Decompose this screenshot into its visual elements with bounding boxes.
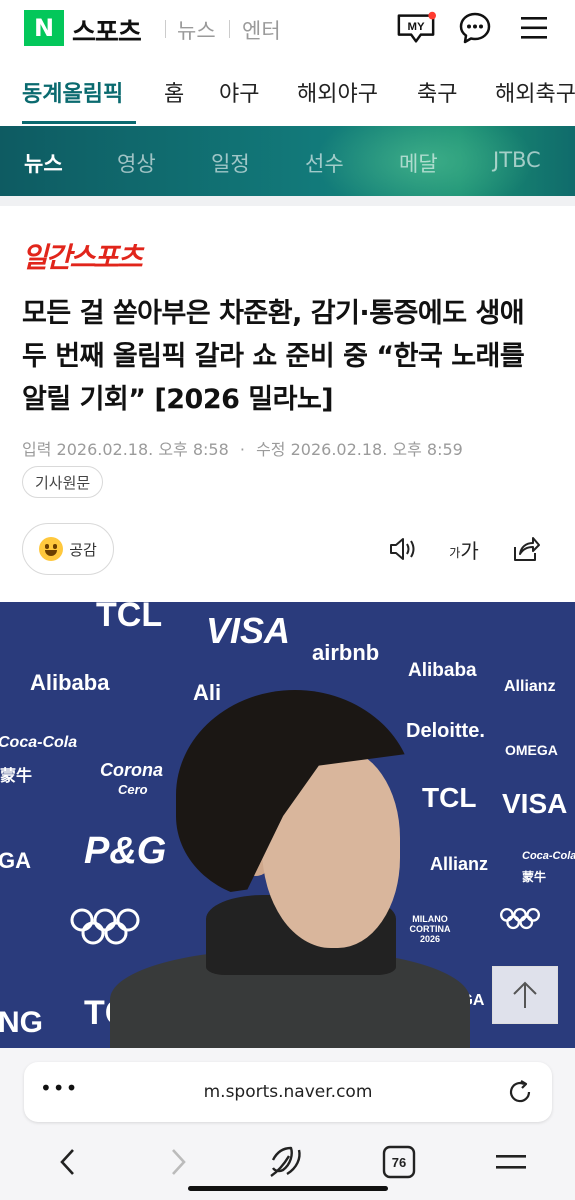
sponsor-logo: Corona <box>100 760 163 780</box>
tabs-button[interactable]: 76 <box>381 1142 417 1182</box>
my-badge-text: MY <box>407 21 425 33</box>
sponsor-logo: Cero <box>118 782 148 797</box>
press-logo[interactable]: 일간스포츠 <box>22 236 143 276</box>
olympic-sub-nav: 뉴스 영상 일정 선수 메달 JTBC <box>0 126 575 196</box>
sponsor-logo: Alibaba <box>30 670 110 695</box>
sport-tab-bar: 동계올림픽 홈 야구 해외야구 축구 해외축구 <box>0 62 575 124</box>
speaker-icon[interactable] <box>387 534 419 564</box>
font-size-small-label: 가 <box>449 545 461 560</box>
subnav-video[interactable]: 영상 <box>117 148 156 178</box>
font-size-large-label: 가 <box>460 538 479 563</box>
sports-brand-title[interactable]: 스포츠 <box>72 12 142 49</box>
olympic-rings-icon <box>500 908 540 930</box>
reload-icon[interactable] <box>506 1078 534 1110</box>
modify-label: 수정 <box>256 440 286 459</box>
olympic-rings-icon <box>70 908 140 945</box>
browser-menu-icon[interactable] <box>494 1142 528 1182</box>
article-dateline: 입력 2026.02.18. 오후 8:58 · 수정 2026.02.18. … <box>22 436 463 460</box>
tab-soccer[interactable]: 축구 <box>417 76 457 108</box>
my-icon[interactable]: MY <box>396 8 436 48</box>
smile-emoji-icon <box>39 537 64 561</box>
sponsor-logo: TCL <box>96 602 163 634</box>
sponsor-logo: GA <box>0 848 31 873</box>
sponsor-logo: VISA <box>502 788 568 819</box>
browser-home-icon[interactable] <box>266 1142 308 1182</box>
subnav-news[interactable]: 뉴스 <box>24 148 63 178</box>
original-article-button[interactable]: 기사원문 <box>22 466 104 498</box>
sponsor-logo: Alibaba <box>408 660 477 681</box>
arrow-up-icon <box>513 981 537 1008</box>
reaction-button[interactable]: 공감 <box>22 523 114 575</box>
sponsor-logo: OMEGA <box>505 742 558 758</box>
naver-logo[interactable]: N <box>24 10 64 46</box>
home-indicator <box>188 1186 388 1191</box>
sponsor-logo: TCL <box>422 782 477 813</box>
sponsor-logo: MILANO CORTINA 2026 <box>409 914 451 944</box>
tabs-icon: 76 <box>382 1145 416 1179</box>
font-size-icon[interactable]: 가가 <box>446 534 482 564</box>
reaction-label: 공감 <box>69 540 97 559</box>
tab-winter-olympics[interactable]: 동계올림픽 <box>22 76 123 108</box>
share-icon[interactable] <box>510 534 542 564</box>
sponsor-logo: P&G <box>84 830 167 872</box>
top-header: N 스포츠 뉴스 엔터 MY <box>0 0 575 56</box>
url-text[interactable]: m.sports.naver.com <box>24 1082 552 1102</box>
tab-count: 76 <box>392 1155 406 1170</box>
address-bar[interactable]: ••• m.sports.naver.com <box>24 1062 552 1122</box>
input-label: 입력 <box>22 440 52 459</box>
sponsor-logo: Coca-Cola <box>522 850 575 862</box>
menu-icon[interactable] <box>514 8 554 48</box>
header-link-entertainment[interactable]: 엔터 <box>242 15 281 45</box>
tab-overseas-soccer[interactable]: 해외축구 <box>495 76 575 108</box>
sponsor-logo: Ali <box>193 680 222 705</box>
sponsor-logo: Allianz <box>430 854 489 874</box>
input-date: 2026.02.18. 오후 8:58 <box>56 440 229 459</box>
modify-date: 2026.02.18. 오후 8:59 <box>290 440 463 459</box>
subnav-athletes[interactable]: 선수 <box>305 148 344 178</box>
subnav-schedule[interactable]: 일정 <box>211 148 250 178</box>
subnav-jtbc[interactable]: JTBC <box>493 148 541 172</box>
tab-home[interactable]: 홈 <box>164 76 184 108</box>
sponsor-logo: Deloitte. <box>406 720 485 742</box>
chat-icon[interactable] <box>455 8 495 48</box>
sponsor-logo: 蒙牛 <box>0 768 33 785</box>
article-headline: 모든 걸 쏟아부은 차준환, 감기·통증에도 생애 두 번째 올림픽 갈라 쇼 … <box>22 298 525 415</box>
sponsor-logo: VISA <box>206 610 291 651</box>
back-icon[interactable] <box>52 1142 84 1182</box>
dateline-separator: · <box>239 440 245 459</box>
scroll-to-top-button[interactable] <box>492 966 558 1024</box>
subnav-medals[interactable]: 메달 <box>399 148 438 178</box>
sponsor-logo: 蒙牛 <box>522 870 547 884</box>
header-divider <box>165 20 166 38</box>
header-link-news[interactable]: 뉴스 <box>177 15 216 45</box>
sponsor-logo: Coca-Cola <box>0 734 78 751</box>
sponsor-logo: Allianz <box>504 678 556 695</box>
sponsor-logo: airbnb <box>312 640 380 665</box>
active-tab-underline <box>22 121 136 124</box>
tab-overseas-baseball[interactable]: 해외야구 <box>297 76 378 108</box>
sponsor-logo: NG <box>0 1006 43 1039</box>
tab-baseball[interactable]: 야구 <box>219 76 259 108</box>
header-divider <box>229 20 230 38</box>
forward-icon[interactable] <box>162 1142 194 1182</box>
section-divider <box>0 196 575 206</box>
